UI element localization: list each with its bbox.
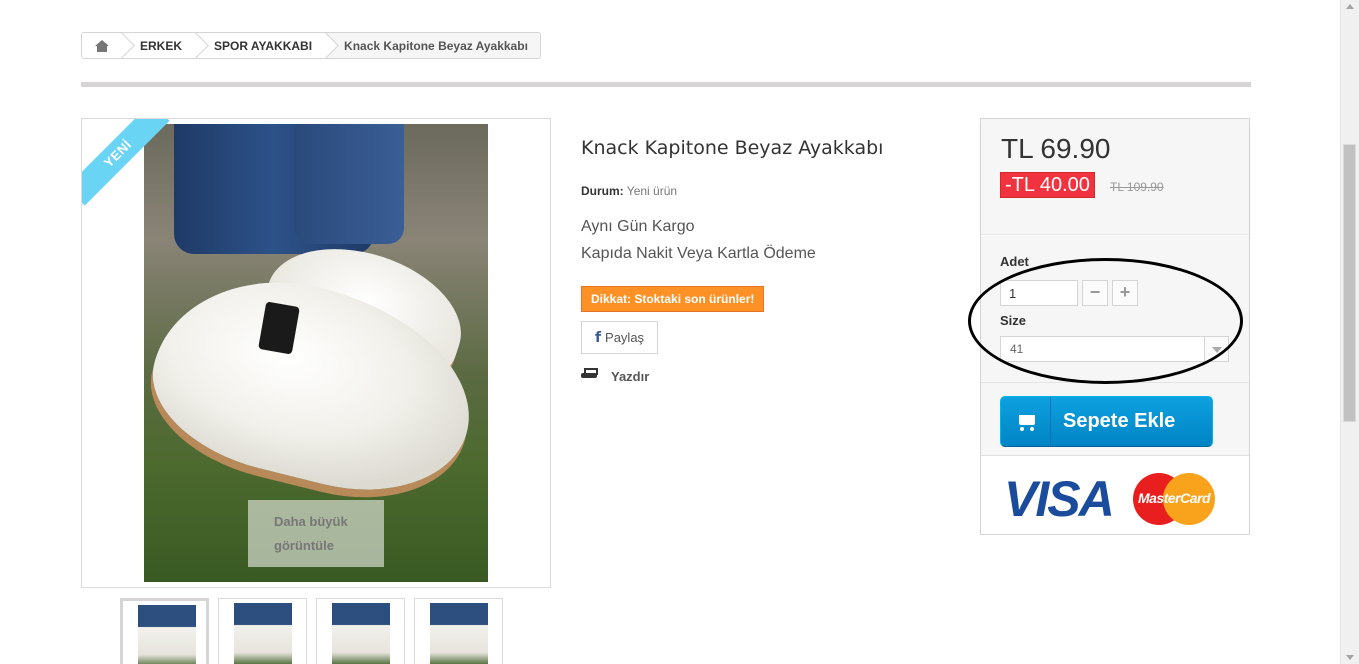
thumbnail[interactable] <box>414 598 503 664</box>
size-select[interactable]: 41 <box>1000 336 1229 362</box>
thumbnail[interactable] <box>218 598 307 664</box>
product-title: Knack Kapitone Beyaz Ayakkabı <box>581 137 884 159</box>
discount-badge: -TL 40.00 <box>1000 172 1095 198</box>
zoom-button[interactable]: Daha büyük görüntüle <box>248 500 384 567</box>
home-icon <box>95 39 109 52</box>
product-description: Aynı Gün Kargo Kapıda Nakit Veya Kartla … <box>581 213 816 267</box>
scroll-down-icon[interactable] <box>1346 655 1354 660</box>
product-image-container: YENİ Daha büyük görüntüle <box>81 118 551 588</box>
thumbnail[interactable] <box>120 598 209 664</box>
mastercard-label: MasterCard <box>1137 490 1211 506</box>
add-to-cart-label: Sepete Ekle <box>1063 410 1176 432</box>
breadcrumb: ERKEK SPOR AYAKKABI Knack Kapitone Beyaz… <box>81 32 541 59</box>
divider <box>81 82 1251 87</box>
size-selected-value: 41 <box>1010 342 1024 356</box>
buy-box: TL 69.90 -TL 40.00 TL 109.90 Adet − + Si… <box>980 118 1250 535</box>
add-to-cart-button[interactable]: Sepete Ekle <box>1000 396 1213 447</box>
zoom-label-line1: Daha büyük <box>274 514 348 529</box>
payment-logos: VISA MasterCard <box>981 455 1249 534</box>
stock-warning-badge: Dikkat: Stoktaki son ürünler! <box>581 286 765 312</box>
breadcrumb-current: Knack Kapitone Beyaz Ayakkabı <box>326 33 540 58</box>
product-condition: Durum: Yeni ürün <box>581 184 677 198</box>
visa-logo: VISA <box>1004 471 1115 527</box>
facebook-icon: f <box>594 329 602 346</box>
quantity-decrease-button[interactable]: − <box>1082 280 1108 306</box>
thumbnail-list <box>120 598 503 664</box>
old-price: TL 109.90 <box>1110 180 1164 194</box>
thumbnail[interactable] <box>316 598 405 664</box>
chevron-down-icon <box>1204 337 1228 361</box>
vertical-scrollbar[interactable] <box>1340 0 1359 664</box>
description-line: Aynı Gün Kargo <box>581 218 695 235</box>
zoom-label-line2: görüntüle <box>274 538 334 553</box>
condition-label: Durum: <box>581 184 624 198</box>
condition-value: Yeni ürün <box>626 184 678 198</box>
breadcrumb-item-spor-ayakkabi[interactable]: SPOR AYAKKABI <box>196 33 327 58</box>
quantity-increase-button[interactable]: + <box>1112 280 1138 306</box>
share-label: Paylaş <box>605 330 645 345</box>
breadcrumb-home-link[interactable] <box>82 33 122 58</box>
print-label: Yazdır <box>611 368 650 384</box>
cart-icon <box>1015 413 1037 431</box>
printer-icon <box>581 368 598 384</box>
scrollbar-thumb[interactable] <box>1343 144 1356 422</box>
description-line: Kapıda Nakit Veya Kartla Ödeme <box>581 245 816 262</box>
quantity-label: Adet <box>1000 254 1029 269</box>
scroll-up-icon[interactable] <box>1346 4 1354 9</box>
facebook-share-button[interactable]: f Paylaş <box>581 321 658 354</box>
mastercard-logo: MasterCard <box>1133 473 1215 525</box>
size-label: Size <box>1000 313 1027 328</box>
current-price: TL 69.90 <box>1001 133 1111 164</box>
quantity-input[interactable] <box>1000 280 1078 306</box>
print-link[interactable]: Yazdır <box>581 368 649 384</box>
